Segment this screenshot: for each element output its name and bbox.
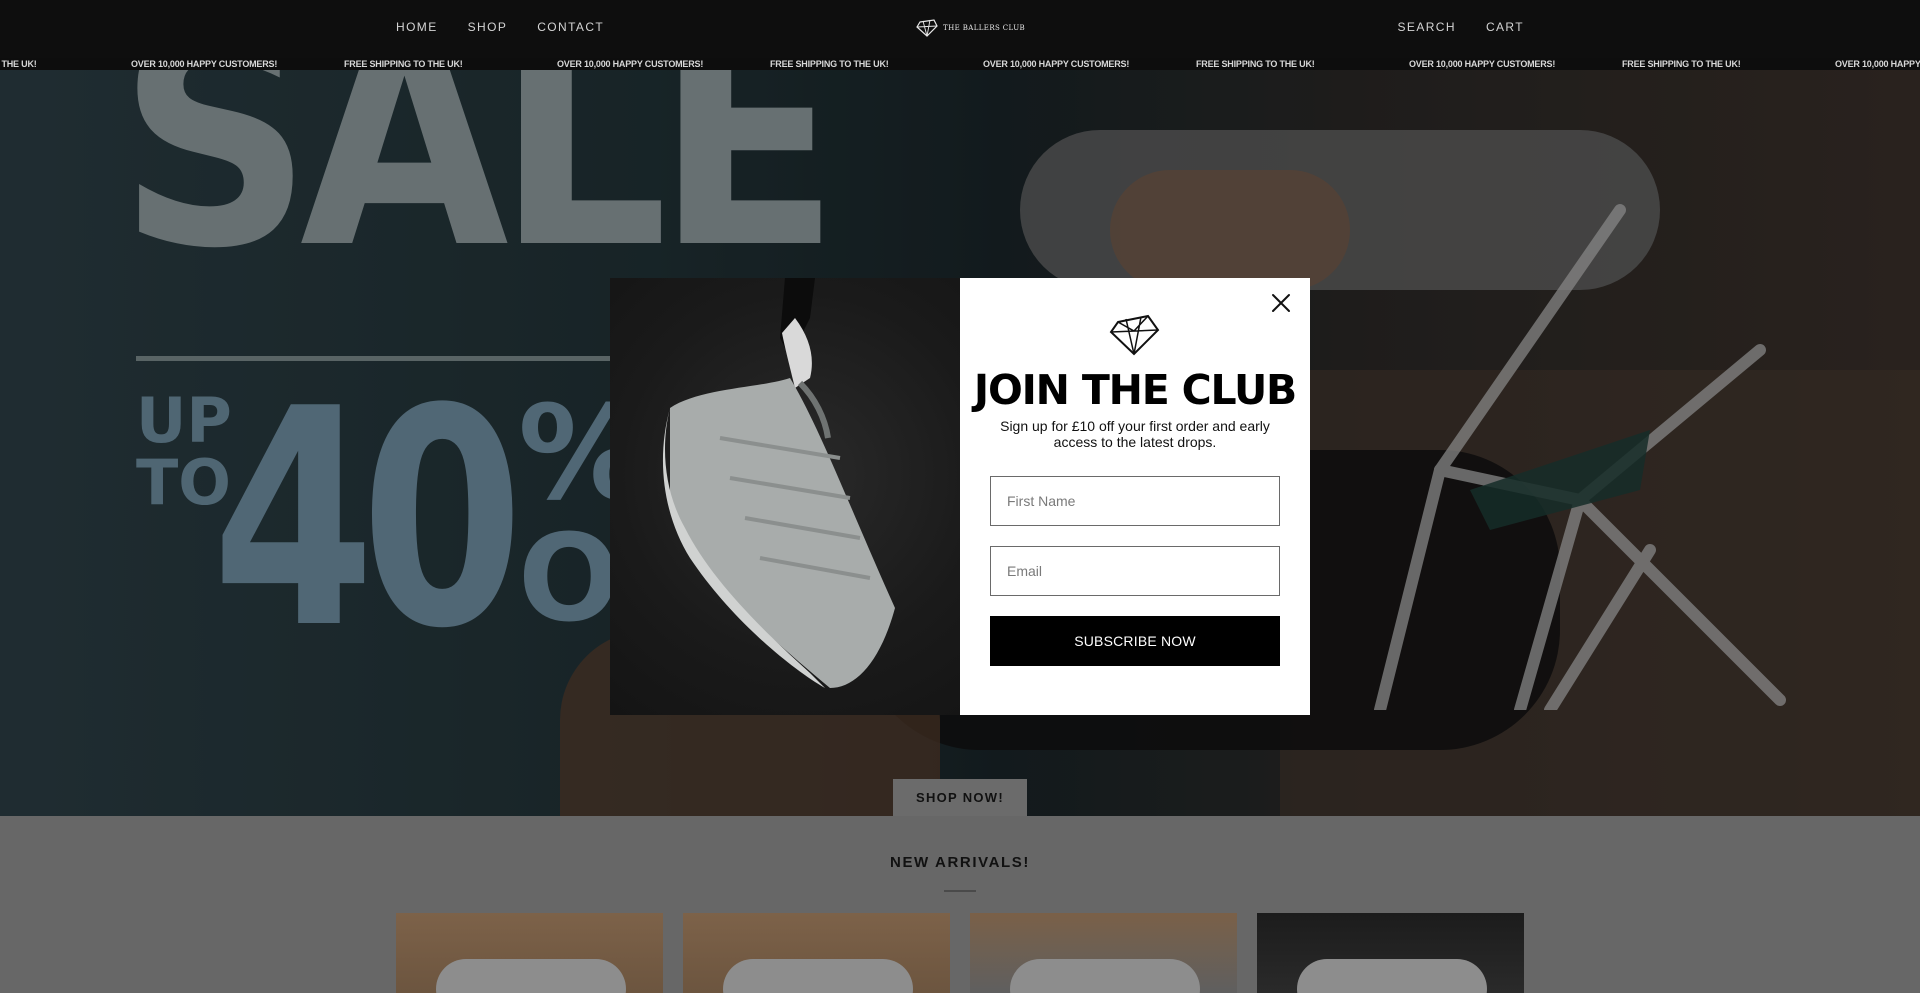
announcement-item: FREE SHIPPING TO THE UK! (0, 59, 37, 69)
nav-cart-link[interactable]: CART (1486, 20, 1524, 34)
announcement-item: OVER 10,000 HAPPY CUSTOMERS! (1409, 59, 1556, 69)
nav-home-link[interactable]: HOME (396, 20, 438, 34)
popup-subtitle: Sign up for £10 off your first order and… (1000, 418, 1270, 450)
shop-now-button[interactable]: SHOP NOW! (893, 779, 1027, 816)
announcement-item: FREE SHIPPING TO THE UK! (1622, 59, 1741, 69)
diamond-logo-icon (916, 19, 938, 37)
announcement-marquee: FREE SHIPPING TO THE UK! OVER 10,000 HAP… (0, 58, 1920, 70)
site-header: HOME SHOP CONTACT THE BALLERS CLUB SEARC… (0, 0, 1920, 58)
product-card[interactable] (1257, 913, 1524, 993)
announcement-bar: FREE SHIPPING TO THE UK! OVER 10,000 HAP… (0, 58, 1920, 70)
new-arrivals-heading: NEW ARRIVALS! (890, 854, 1030, 871)
announcement-item: OVER 10,000 HAPPY CUSTOMERS! (131, 59, 278, 69)
nav-contact-link[interactable]: CONTACT (537, 20, 604, 34)
announcement-item: FREE SHIPPING TO THE UK! (344, 59, 463, 69)
product-card[interactable] (683, 913, 950, 993)
popup-title: JOIN THE CLUB (973, 366, 1297, 414)
product-shoe-shape (436, 959, 626, 993)
product-shoe-shape (1010, 959, 1200, 993)
primary-nav: HOME SHOP CONTACT (396, 20, 604, 34)
first-name-input[interactable] (990, 476, 1280, 526)
close-icon[interactable] (1270, 292, 1292, 314)
nav-shop-link[interactable]: SHOP (468, 20, 508, 34)
logo-wordmark: THE BALLERS CLUB (943, 24, 1026, 32)
utility-nav: SEARCH CART (1398, 20, 1524, 34)
diamond-icon (1109, 314, 1160, 356)
announcement-item: OVER 10,000 HAPPY CUSTOMERS! (983, 59, 1130, 69)
email-input[interactable] (990, 546, 1280, 596)
product-grid (396, 913, 1524, 993)
popup-sneaker-image (610, 278, 960, 715)
newsletter-popup: JOIN THE CLUB Sign up for £10 off your f… (610, 278, 1310, 715)
product-shoe-shape (723, 959, 913, 993)
subscribe-button[interactable]: SUBSCRIBE NOW (990, 616, 1280, 666)
popup-form-panel: JOIN THE CLUB Sign up for £10 off your f… (960, 278, 1310, 715)
announcement-item: FREE SHIPPING TO THE UK! (770, 59, 889, 69)
site-logo[interactable]: THE BALLERS CLUB (915, 18, 1025, 38)
announcement-item: OVER 10,000 HAPPY CUSTOMERS! (557, 59, 704, 69)
nav-search-link[interactable]: SEARCH (1398, 20, 1456, 34)
announcement-item: FREE SHIPPING TO THE UK! (1196, 59, 1315, 69)
product-card[interactable] (396, 913, 663, 993)
product-shoe-shape (1297, 959, 1487, 993)
product-card[interactable] (970, 913, 1237, 993)
section-divider (944, 890, 976, 892)
sneaker-illustration (662, 278, 895, 688)
announcement-item: OVER 10,000 HAPPY CUSTOMERS! (1835, 59, 1920, 69)
